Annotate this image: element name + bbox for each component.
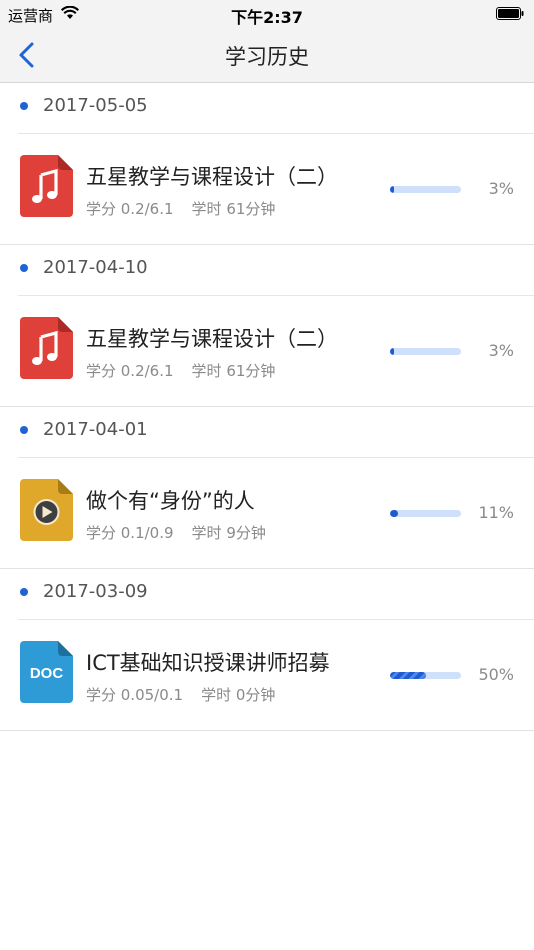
date-label: 2017-05-05 xyxy=(43,95,148,116)
history-list: 2017-05-05 五星教学与课程设计（二） 学分 0.2/6.1 学时 61分… xyxy=(0,83,534,731)
progress-bar xyxy=(390,510,461,517)
date-dot-icon xyxy=(20,264,28,272)
navigation-bar: 学习历史 xyxy=(0,28,534,83)
course-title: 五星教学与课程设计（二） xyxy=(86,327,338,351)
course-credit: 学分 0.2/6.1 xyxy=(86,200,174,218)
progress-percent: 50% xyxy=(478,665,514,684)
progress-bar xyxy=(390,672,461,679)
battery-icon xyxy=(496,7,524,20)
course-title: 五星教学与课程设计（二） xyxy=(86,165,338,189)
course-hours: 学时 61分钟 xyxy=(191,200,276,218)
date-header: 2017-05-05 xyxy=(18,83,534,134)
course-meta: 学分 0.05/0.1 学时 0分钟 xyxy=(86,684,275,705)
music-file-icon xyxy=(20,155,73,217)
progress-percent: 3% xyxy=(488,179,514,198)
history-group: 2017-05-05 五星教学与课程设计（二） 学分 0.2/6.1 学时 61分… xyxy=(0,83,534,245)
history-group: 2017-03-09 DOC ICT基础知识授课讲师招募 学分 0.05/0.1… xyxy=(0,569,534,731)
course-meta: 学分 0.2/6.1 学时 61分钟 xyxy=(86,198,275,219)
course-item[interactable]: 五星教学与课程设计（二） 学分 0.2/6.1 学时 61分钟 3% xyxy=(0,134,534,244)
progress-fill xyxy=(390,348,394,355)
date-dot-icon xyxy=(20,102,28,110)
status-bar: 运营商 下午2:37 xyxy=(0,0,534,28)
course-item[interactable]: 五星教学与课程设计（二） 学分 0.2/6.1 学时 61分钟 3% xyxy=(0,296,534,406)
video-file-icon xyxy=(20,479,73,541)
progress-percent: 11% xyxy=(478,503,514,522)
course-hours: 学时 9分钟 xyxy=(191,524,266,542)
course-title: 做个有“身份”的人 xyxy=(86,489,255,513)
status-time: 下午2:37 xyxy=(231,8,303,27)
date-header: 2017-03-09 xyxy=(18,569,534,620)
course-item[interactable]: DOC ICT基础知识授课讲师招募 学分 0.05/0.1 学时 0分钟 50% xyxy=(0,620,534,730)
date-dot-icon xyxy=(20,426,28,434)
history-group: 2017-04-01 做个有“身份”的人 学分 0.1/0.9 学时 9分钟 11… xyxy=(0,407,534,569)
progress-fill xyxy=(390,672,426,679)
course-hours: 学时 0分钟 xyxy=(201,686,276,704)
course-meta: 学分 0.2/6.1 学时 61分钟 xyxy=(86,360,275,381)
date-label: 2017-04-10 xyxy=(43,257,148,278)
course-item[interactable]: 做个有“身份”的人 学分 0.1/0.9 学时 9分钟 11% xyxy=(0,458,534,568)
date-label: 2017-03-09 xyxy=(43,581,148,602)
progress-bar xyxy=(390,186,461,193)
date-header: 2017-04-01 xyxy=(18,407,534,458)
course-credit: 学分 0.05/0.1 xyxy=(86,686,184,704)
history-group: 2017-04-10 五星教学与课程设计（二） 学分 0.2/6.1 学时 61分… xyxy=(0,245,534,407)
course-meta: 学分 0.1/0.9 学时 9分钟 xyxy=(86,522,266,543)
course-title: ICT基础知识授课讲师招募 xyxy=(86,651,330,675)
date-dot-icon xyxy=(20,588,28,596)
doc-file-icon: DOC xyxy=(20,641,73,703)
course-hours: 学时 61分钟 xyxy=(191,362,276,380)
page-title: 学习历史 xyxy=(225,45,309,69)
progress-fill xyxy=(390,510,398,517)
doc-label: DOC xyxy=(30,665,64,682)
progress-percent: 3% xyxy=(488,341,514,360)
course-credit: 学分 0.2/6.1 xyxy=(86,362,174,380)
date-header: 2017-04-10 xyxy=(18,245,534,296)
progress-bar xyxy=(390,348,461,355)
date-label: 2017-04-01 xyxy=(43,419,148,440)
music-file-icon xyxy=(20,317,73,379)
progress-fill xyxy=(390,186,394,193)
course-credit: 学分 0.1/0.9 xyxy=(86,524,174,542)
